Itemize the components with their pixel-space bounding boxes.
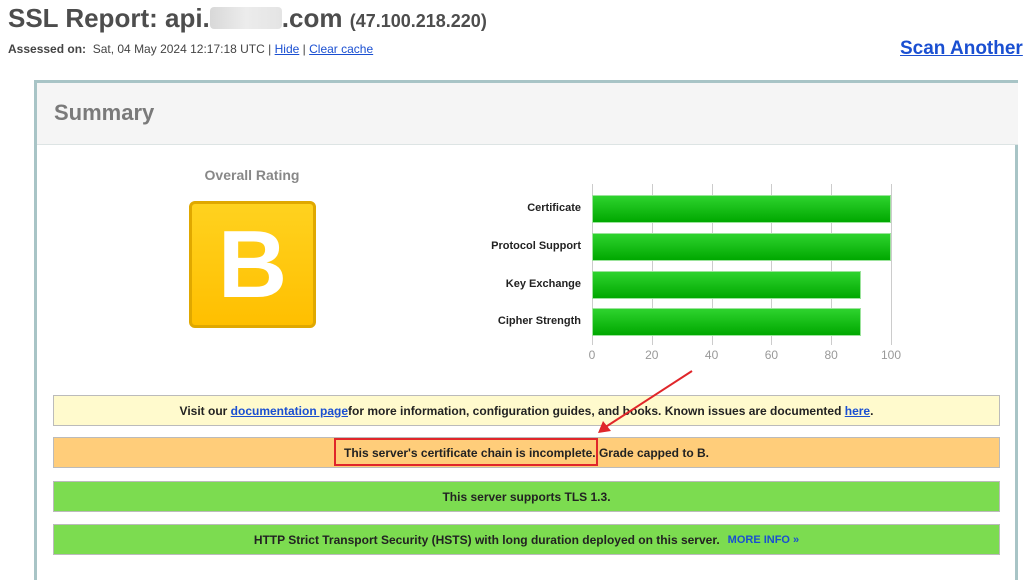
annotation-arrow <box>598 370 693 433</box>
